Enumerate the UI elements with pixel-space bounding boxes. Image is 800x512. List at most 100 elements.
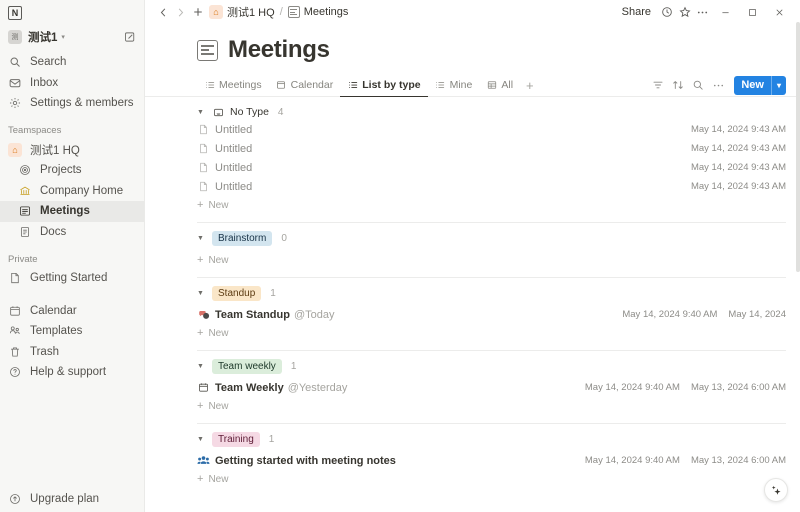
group-training: ▼ Training 1 Getting started with meetin… xyxy=(197,424,786,489)
sidebar-spacer xyxy=(0,383,144,492)
new-item-button[interactable]: + New xyxy=(197,397,786,416)
row-date: May 14, 2024 9:43 AM xyxy=(691,124,786,135)
tab-label: Calendar xyxy=(291,79,334,91)
new-item-label: New xyxy=(208,474,228,485)
caret-down-icon[interactable]: ▼ xyxy=(197,109,206,116)
search-icon[interactable] xyxy=(689,76,707,94)
sidebar-item-upgrade[interactable]: Upgrade plan xyxy=(0,492,144,512)
row-dates: May 14, 2024 9:43 AM xyxy=(691,162,786,173)
page-icon xyxy=(197,123,210,136)
scrollbar[interactable] xyxy=(796,22,800,512)
tab-label: List by type xyxy=(362,79,420,91)
table-row[interactable]: Untitled May 14, 2024 9:43 AM xyxy=(197,177,786,196)
star-icon[interactable] xyxy=(676,4,693,21)
breadcrumb: ⌂ 测试1 HQ / Meetings xyxy=(209,4,348,20)
new-item-button[interactable]: + New xyxy=(197,324,786,343)
tab-list-by-type[interactable]: List by type xyxy=(340,74,427,97)
chevron-down-icon[interactable]: ▾ xyxy=(772,81,786,90)
row-date: May 14, 2024 9:43 AM xyxy=(691,143,786,154)
share-button[interactable]: Share xyxy=(616,4,657,20)
plus-icon[interactable] xyxy=(189,4,206,21)
caret-down-icon[interactable]: ▼ xyxy=(197,235,206,242)
tab-all[interactable]: All xyxy=(479,74,520,97)
sidebar-item-meetings[interactable]: Meetings xyxy=(0,201,144,222)
sidebar-section-teamspaces: Teamspaces xyxy=(0,122,144,140)
workspace-switcher[interactable]: 测 测试1 ▾ xyxy=(0,26,144,48)
main-area: ⌂ 测试1 HQ / Meetings Share xyxy=(145,0,800,512)
caret-down-icon[interactable]: ▼ xyxy=(197,363,206,370)
window-minimize-icon[interactable] xyxy=(712,3,738,22)
table-row[interactable]: Untitled May 14, 2024 9:43 AM xyxy=(197,158,786,177)
new-button[interactable]: New ▾ xyxy=(734,76,786,95)
sidebar-item-company-home[interactable]: Company Home xyxy=(0,181,144,202)
table-row[interactable]: Team Standup @Today May 14, 2024 9:40 AM… xyxy=(197,305,786,324)
breadcrumb-item-meetings[interactable]: Meetings xyxy=(288,6,349,18)
ai-assistant-button[interactable] xyxy=(764,478,788,502)
window-close-icon[interactable] xyxy=(766,3,792,22)
scrollbar-thumb[interactable] xyxy=(796,22,800,272)
plus-icon: + xyxy=(197,474,203,485)
group-header[interactable]: ▼ Team weekly 1 xyxy=(197,351,786,374)
sidebar-item-inbox[interactable]: Inbox xyxy=(0,73,144,94)
group-name: No Type xyxy=(230,106,269,118)
sidebar-logo-row: N xyxy=(0,0,144,26)
tab-label: All xyxy=(501,79,513,91)
sidebar-item-search[interactable]: Search xyxy=(0,52,144,73)
tab-calendar[interactable]: Calendar xyxy=(269,74,341,97)
clock-icon[interactable] xyxy=(658,4,675,21)
page-title: Meetings xyxy=(228,36,330,64)
row-date: May 14, 2024 9:40 AM xyxy=(622,309,717,320)
group-standup: ▼ Standup 1 Team Standup @Today May 14, … xyxy=(197,278,786,351)
sidebar-item-projects[interactable]: Projects xyxy=(0,160,144,181)
more-horizontal-icon[interactable] xyxy=(694,4,711,21)
sidebar-item-label: Upgrade plan xyxy=(30,493,99,505)
sidebar-item-trash[interactable]: Trash xyxy=(0,342,144,363)
sidebar-item-calendar[interactable]: Calendar xyxy=(0,301,144,322)
caret-down-icon[interactable]: ▼ xyxy=(197,290,206,297)
sidebar-item-hq[interactable]: ⌂ 测试1 HQ xyxy=(0,140,144,161)
sidebar-item-settings[interactable]: Settings & members xyxy=(0,93,144,114)
breadcrumb-separator: / xyxy=(280,6,283,18)
new-item-label: New xyxy=(208,328,228,339)
chevron-right-icon[interactable] xyxy=(172,4,189,21)
row-dates: May 14, 2024 9:40 AM May 13, 2024 6:00 A… xyxy=(585,455,786,466)
row-title: Team Weekly xyxy=(215,382,284,394)
sort-icon[interactable] xyxy=(669,76,687,94)
tab-meetings[interactable]: Meetings xyxy=(197,74,269,97)
new-item-label: New xyxy=(208,200,228,211)
group-header[interactable]: ▼ Brainstorm 0 xyxy=(197,223,786,246)
sidebar-item-getting-started[interactable]: Getting Started xyxy=(0,268,144,289)
group-header[interactable]: ▼ No Type 4 xyxy=(197,97,786,120)
new-page-icon[interactable] xyxy=(124,31,136,43)
sidebar-item-help[interactable]: Help & support xyxy=(0,362,144,383)
new-item-button[interactable]: + New xyxy=(197,251,786,270)
new-button-label: New xyxy=(734,79,771,91)
table-row[interactable]: Untitled May 14, 2024 9:43 AM xyxy=(197,120,786,139)
more-horizontal-icon[interactable] xyxy=(709,76,727,94)
table-row[interactable]: Untitled May 14, 2024 9:43 AM xyxy=(197,139,786,158)
new-item-button[interactable]: + New xyxy=(197,470,786,489)
view-toolbar: New ▾ xyxy=(649,76,786,95)
breadcrumb-item-hq[interactable]: ⌂ 测试1 HQ xyxy=(209,4,275,20)
sidebar-item-label: Trash xyxy=(30,346,59,358)
breadcrumb-label: 测试1 HQ xyxy=(227,4,275,20)
chevron-left-icon[interactable] xyxy=(155,4,172,21)
table-row[interactable]: Team Weekly @Yesterday May 14, 2024 9:40… xyxy=(197,378,786,397)
page-icon xyxy=(8,271,22,285)
sidebar-item-templates[interactable]: Templates xyxy=(0,321,144,342)
caret-down-icon[interactable]: ▼ xyxy=(197,436,206,443)
row-dates: May 14, 2024 9:43 AM xyxy=(691,124,786,135)
add-view-button[interactable]: + xyxy=(520,78,540,93)
group-header[interactable]: ▼ Standup 1 xyxy=(197,278,786,301)
filter-icon[interactable] xyxy=(649,76,667,94)
group-header[interactable]: ▼ Training 1 xyxy=(197,424,786,447)
window-maximize-icon[interactable] xyxy=(739,3,765,22)
table-row[interactable]: Getting started with meeting notes May 1… xyxy=(197,451,786,470)
new-item-button[interactable]: + New xyxy=(197,196,786,215)
sidebar-item-docs[interactable]: Docs xyxy=(0,222,144,243)
row-title: Untitled xyxy=(215,162,252,174)
sidebar-item-label: Company Home xyxy=(40,185,123,197)
tab-mine[interactable]: Mine xyxy=(428,74,480,97)
row-dates: May 14, 2024 9:40 AM May 13, 2024 6:00 A… xyxy=(585,382,786,393)
group-spacer xyxy=(197,343,786,350)
